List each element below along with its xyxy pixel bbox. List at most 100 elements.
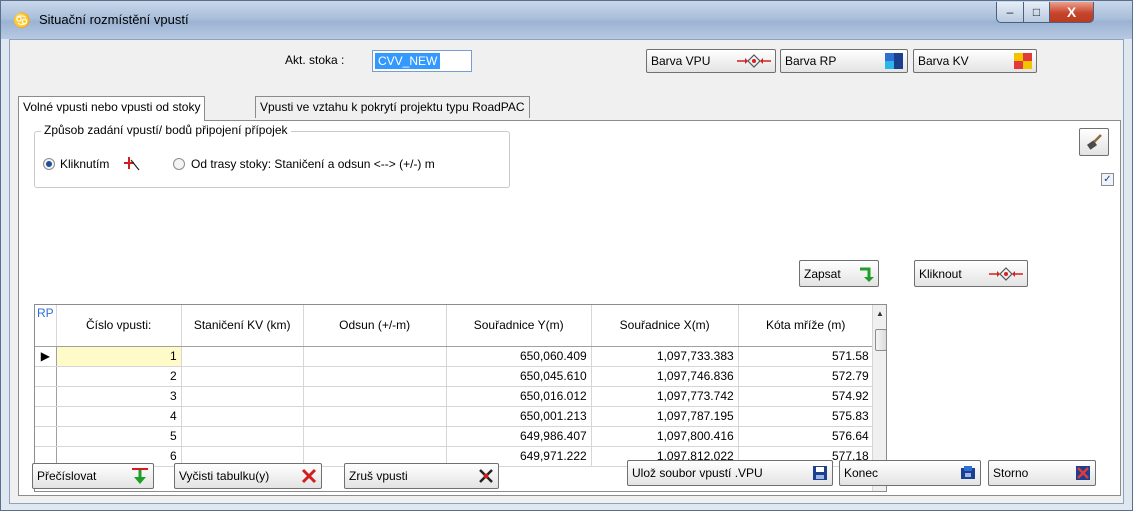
table-row[interactable]: 3 650,016.012 1,097,773.742 574.92	[35, 386, 874, 407]
cell-kota[interactable]: 576.64	[738, 426, 874, 447]
cell-y[interactable]: 650,001.213	[446, 406, 592, 427]
cell-staniceni[interactable]	[181, 426, 304, 447]
barva-rp-label: Barva RP	[785, 54, 837, 68]
cell-x[interactable]: 1,097,733.383	[591, 346, 739, 367]
table-row[interactable]: ▶ 1 650,060.409 1,097,733.383 571.58	[35, 346, 874, 367]
red-x-icon	[301, 468, 317, 484]
cell-kota[interactable]: 571.58	[738, 346, 874, 367]
cancel-icon	[1076, 466, 1090, 480]
cell-y[interactable]: 650,045.610	[446, 366, 592, 387]
vycisti-label: Vyčisti tabulku(y)	[179, 469, 270, 483]
barva-vpu-button[interactable]: Barva VPU	[646, 49, 776, 73]
cell-x[interactable]: 1,097,746.836	[591, 366, 739, 387]
cell-staniceni[interactable]	[181, 366, 304, 387]
scroll-up-icon[interactable]: ▲	[876, 309, 884, 318]
input-mode-group: Způsob zadání vpustí/ bodů připojení pří…	[34, 123, 510, 188]
stoka-label: Akt. stoka :	[285, 53, 345, 67]
col-souradnice-y[interactable]: Souřadnice Y(m)	[446, 305, 592, 347]
barva-kv-button[interactable]: Barva KV	[913, 49, 1037, 73]
pin-icon	[124, 157, 140, 171]
cell-x[interactable]: 1,097,773.742	[591, 386, 739, 407]
paint-brush-icon	[1087, 134, 1102, 150]
col-kota[interactable]: Kóta mříže (m)	[738, 305, 874, 347]
tab-roadpac[interactable]: Vpusti ve vztahu k pokrytí projektu typu…	[255, 96, 530, 118]
col-staniceni[interactable]: Staničení KV (km)	[181, 305, 304, 347]
row-header[interactable]	[35, 406, 57, 427]
color-palette-icon	[885, 53, 903, 69]
kliknout-button[interactable]: Kliknout	[914, 260, 1028, 287]
col-cislo[interactable]: Číslo vpusti:	[56, 305, 182, 347]
radio-kliknutim[interactable]	[43, 158, 55, 170]
cell-staniceni[interactable]	[181, 386, 304, 407]
app-window: ♋ Situační rozmístění vpustí – □ X Akt. …	[0, 0, 1133, 511]
cell-kota[interactable]: 572.79	[738, 366, 874, 387]
row-header[interactable]	[35, 426, 57, 447]
scroll-thumb[interactable]	[875, 329, 886, 351]
uloz-soubor-button[interactable]: Ulož soubor vpustí .VPU	[627, 460, 833, 486]
window-title: Situační rozmístění vpustí	[39, 12, 189, 27]
cell-y[interactable]: 650,016.012	[446, 386, 592, 407]
table-row[interactable]: 5 649,986.407 1,097,800.416 576.64	[35, 426, 874, 447]
cell-cislo[interactable]: 4	[56, 406, 182, 427]
close-button[interactable]: X	[1049, 2, 1094, 23]
storno-label: Storno	[993, 466, 1029, 480]
uloz-label: Ulož soubor vpustí .VPU	[632, 466, 763, 480]
stoka-field[interactable]: CVV_NEW	[372, 50, 472, 72]
konec-button[interactable]: Konec	[839, 460, 981, 486]
stoka-value: CVV_NEW	[375, 53, 441, 69]
cell-y[interactable]: 649,986.407	[446, 426, 592, 447]
cell-odsun[interactable]	[303, 346, 447, 367]
target-icon	[737, 54, 771, 68]
client-area: Akt. stoka : CVV_NEW Barva VPU Barva RP …	[9, 39, 1124, 504]
cell-staniceni[interactable]	[181, 406, 304, 427]
delete-inlet-icon	[479, 469, 493, 483]
kliknout-label: Kliknout	[919, 266, 962, 281]
save-icon	[813, 466, 827, 480]
cell-y[interactable]: 650,060.409	[446, 346, 592, 367]
cell-kota[interactable]: 574.92	[738, 386, 874, 407]
cell-odsun[interactable]	[303, 406, 447, 427]
cell-odsun[interactable]	[303, 386, 447, 407]
color-palette-icon	[1014, 53, 1032, 69]
cell-cislo[interactable]: 2	[56, 366, 182, 387]
cell-cislo[interactable]: 5	[56, 426, 182, 447]
current-row-marker[interactable]: ▶	[35, 346, 57, 367]
row-header[interactable]	[35, 366, 57, 387]
cell-x[interactable]: 1,097,800.416	[591, 426, 739, 447]
cell-x[interactable]: 1,097,787.195	[591, 406, 739, 427]
cell-kota[interactable]: 575.83	[738, 406, 874, 427]
option-od-trasy-label: Od trasy stoky: Staničení a odsun <--> (…	[191, 157, 435, 171]
col-souradnice-x[interactable]: Souřadnice X(m)	[591, 305, 739, 347]
zrus-label: Zruš vpusti	[349, 469, 408, 483]
tab-volne-vpusti[interactable]: Volné vpusti nebo vpusti od stoky	[18, 96, 206, 121]
option-checkbox[interactable]: ✓	[1101, 173, 1114, 186]
cell-odsun[interactable]	[303, 366, 447, 387]
group-title: Způsob zadání vpustí/ bodů připojení pří…	[41, 123, 291, 137]
paint-brush-button[interactable]	[1079, 128, 1109, 156]
storno-button[interactable]: Storno	[988, 460, 1096, 486]
table-row[interactable]: 4 650,001.213 1,097,787.195 575.83	[35, 406, 874, 427]
table-row[interactable]: 2 650,045.610 1,097,746.836 572.79	[35, 366, 874, 387]
barva-rp-button[interactable]: Barva RP	[780, 49, 908, 73]
cell-cislo[interactable]: 1	[56, 346, 182, 367]
maximize-button[interactable]: □	[1023, 2, 1050, 23]
cell-cislo[interactable]: 3	[56, 386, 182, 407]
table-header: RP Číslo vpusti: Staničení KV (km) Odsun…	[35, 305, 874, 347]
col-rp[interactable]: RP	[35, 305, 57, 347]
title-bar[interactable]: ♋ Situační rozmístění vpustí – □ X	[1, 1, 1132, 39]
row-header[interactable]	[35, 386, 57, 407]
exit-icon	[961, 466, 975, 479]
option-kliknutim-label: Kliknutím	[60, 157, 110, 171]
cell-odsun[interactable]	[303, 426, 447, 447]
minimize-button[interactable]: –	[996, 2, 1024, 23]
zapsat-button[interactable]: Zapsat	[799, 260, 879, 287]
app-icon: ♋	[13, 12, 31, 28]
vycisti-button[interactable]: Vyčisti tabulku(y)	[174, 463, 322, 489]
radio-od-trasy[interactable]	[173, 158, 185, 170]
col-odsun[interactable]: Odsun (+/-m)	[303, 305, 447, 347]
tab-page: Způsob zadání vpustí/ bodů připojení pří…	[18, 120, 1121, 496]
precislovat-button[interactable]: Přečíslovat	[32, 463, 154, 489]
zrus-vpusti-button[interactable]: Zruš vpusti	[344, 463, 499, 489]
cell-staniceni[interactable]	[181, 346, 304, 367]
target-icon	[989, 266, 1023, 281]
